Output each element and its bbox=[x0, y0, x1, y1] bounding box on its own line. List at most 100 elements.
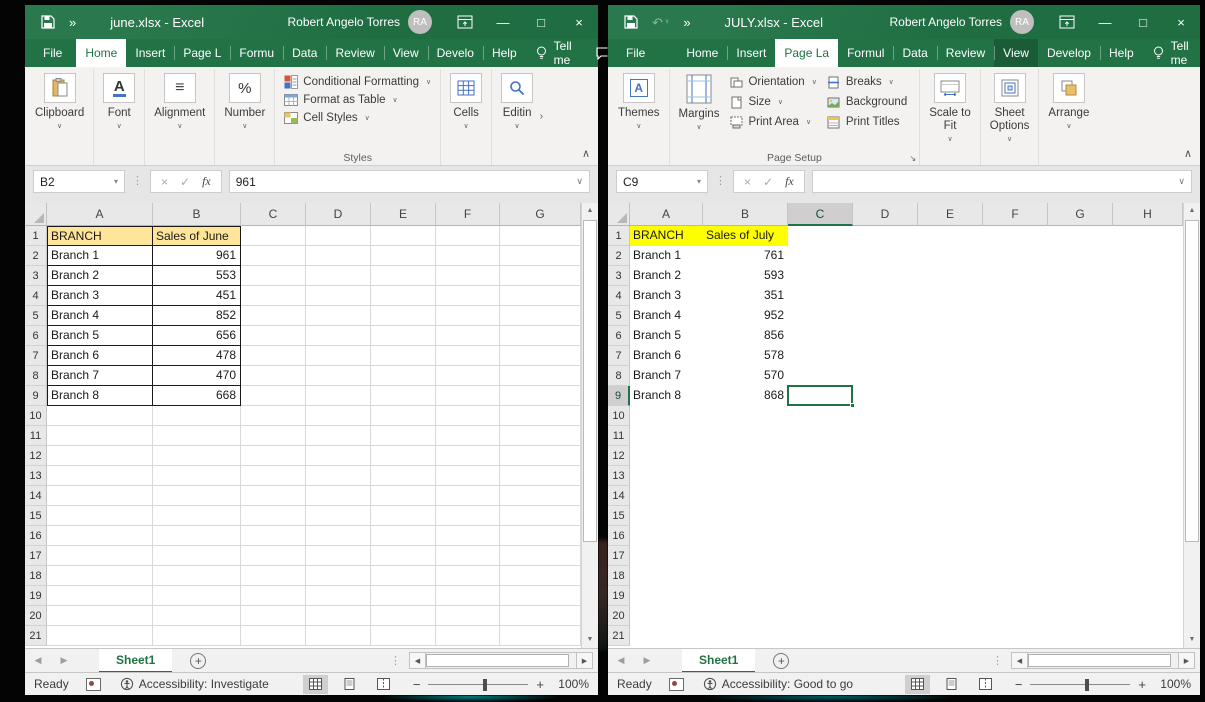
cell[interactable] bbox=[630, 406, 703, 426]
row-header[interactable]: 10 bbox=[25, 406, 47, 426]
cell[interactable] bbox=[306, 586, 371, 606]
cell[interactable] bbox=[703, 546, 788, 566]
cell[interactable]: Branch 7 bbox=[47, 366, 153, 386]
ribbon-group-editing[interactable]: Editin ∨ › bbox=[492, 69, 542, 165]
cell[interactable] bbox=[241, 586, 306, 606]
row-header[interactable]: 7 bbox=[25, 346, 47, 366]
cell[interactable] bbox=[630, 566, 703, 586]
cell[interactable] bbox=[241, 366, 306, 386]
ribbon-group-cells[interactable]: Cells ∨ bbox=[441, 69, 492, 165]
minimize-button[interactable]: — bbox=[484, 5, 522, 39]
row-header[interactable]: 3 bbox=[25, 266, 47, 286]
cell[interactable]: Branch 4 bbox=[630, 306, 703, 326]
cell[interactable] bbox=[853, 426, 918, 446]
column-header[interactable]: B bbox=[703, 203, 788, 226]
row-header[interactable]: 14 bbox=[608, 486, 630, 506]
zoom-slider-thumb[interactable] bbox=[1085, 679, 1089, 691]
cell[interactable] bbox=[1113, 246, 1183, 266]
cell-styles-button[interactable]: Cell Styles ∨ bbox=[284, 111, 369, 125]
cell[interactable] bbox=[436, 386, 500, 406]
cell[interactable] bbox=[47, 546, 153, 566]
cell[interactable] bbox=[918, 406, 983, 426]
cell[interactable] bbox=[371, 326, 436, 346]
cell[interactable] bbox=[500, 526, 581, 546]
cell[interactable]: 570 bbox=[703, 366, 788, 386]
cell[interactable] bbox=[436, 346, 500, 366]
row-header[interactable]: 17 bbox=[25, 546, 47, 566]
zoom-slider[interactable] bbox=[428, 684, 528, 685]
formula-bar-input[interactable]: ∨ bbox=[812, 170, 1192, 193]
cell[interactable] bbox=[47, 506, 153, 526]
cell[interactable] bbox=[371, 586, 436, 606]
cell[interactable] bbox=[1113, 526, 1183, 546]
cell[interactable] bbox=[371, 426, 436, 446]
maximize-button[interactable]: □ bbox=[1124, 5, 1162, 39]
size-button[interactable]: Size ∨ bbox=[729, 95, 816, 109]
user-avatar[interactable]: RA bbox=[1010, 10, 1034, 34]
cell[interactable] bbox=[371, 466, 436, 486]
column-header[interactable]: C bbox=[788, 203, 853, 226]
cell[interactable] bbox=[500, 426, 581, 446]
name-box-dropdown-icon[interactable]: ▾ bbox=[114, 177, 118, 186]
cell[interactable] bbox=[630, 446, 703, 466]
cell[interactable] bbox=[918, 386, 983, 406]
row-header[interactable]: 8 bbox=[25, 366, 47, 386]
zoom-in-icon[interactable]: + bbox=[536, 677, 544, 692]
name-box-dropdown-icon[interactable]: ▾ bbox=[697, 177, 701, 186]
cell[interactable]: Branch 3 bbox=[630, 286, 703, 306]
cell[interactable] bbox=[306, 626, 371, 646]
cell[interactable] bbox=[983, 386, 1048, 406]
cell[interactable] bbox=[306, 386, 371, 406]
cell[interactable] bbox=[153, 446, 241, 466]
row-header[interactable]: 13 bbox=[608, 466, 630, 486]
cancel-icon[interactable]: × bbox=[161, 175, 168, 189]
cell[interactable] bbox=[436, 606, 500, 626]
collapse-ribbon-icon[interactable]: ∧ bbox=[1184, 147, 1192, 160]
macro-record-icon[interactable] bbox=[86, 678, 101, 691]
cell[interactable] bbox=[436, 486, 500, 506]
cell[interactable] bbox=[788, 546, 853, 566]
cell[interactable] bbox=[500, 546, 581, 566]
margins-button[interactable]: Margins ∨ bbox=[679, 74, 720, 131]
expand-formula-bar-icon[interactable]: ∨ bbox=[576, 176, 583, 187]
save-icon[interactable] bbox=[624, 15, 638, 29]
cell[interactable] bbox=[241, 286, 306, 306]
cell[interactable] bbox=[1113, 566, 1183, 586]
close-button[interactable]: × bbox=[560, 5, 598, 39]
zoom-level[interactable]: 100% bbox=[1155, 677, 1191, 691]
zoom-out-icon[interactable]: − bbox=[1015, 677, 1023, 692]
row-header[interactable]: 20 bbox=[608, 606, 630, 626]
close-button[interactable]: × bbox=[1162, 5, 1200, 39]
cell[interactable] bbox=[371, 546, 436, 566]
cell[interactable] bbox=[703, 466, 788, 486]
conditional-formatting-button[interactable]: Conditional Formatting ∨ bbox=[284, 75, 431, 89]
cell[interactable]: Branch 2 bbox=[47, 266, 153, 286]
cell[interactable] bbox=[241, 466, 306, 486]
column-header[interactable]: F bbox=[983, 203, 1048, 226]
vertical-scrollbar-thumb[interactable] bbox=[1185, 220, 1199, 542]
name-box[interactable]: B2 ▾ bbox=[33, 170, 125, 193]
print-area-button[interactable]: Print Area ∨ bbox=[729, 115, 816, 129]
cell[interactable] bbox=[500, 466, 581, 486]
cell[interactable]: Branch 2 bbox=[630, 266, 703, 286]
cell[interactable] bbox=[983, 606, 1048, 626]
cell[interactable] bbox=[306, 546, 371, 566]
cell[interactable] bbox=[436, 266, 500, 286]
minimize-button[interactable]: — bbox=[1086, 5, 1124, 39]
cell[interactable] bbox=[788, 346, 853, 366]
row-header[interactable]: 18 bbox=[25, 566, 47, 586]
cell[interactable] bbox=[47, 486, 153, 506]
cell[interactable] bbox=[853, 346, 918, 366]
cell[interactable] bbox=[788, 566, 853, 586]
cell[interactable] bbox=[500, 266, 581, 286]
row-header[interactable]: 2 bbox=[608, 246, 630, 266]
ribbon-group-sheet-options[interactable]: Sheet Options ∨ bbox=[981, 69, 1040, 165]
cell[interactable] bbox=[306, 406, 371, 426]
scroll-right-icon[interactable]: ▶ bbox=[576, 652, 593, 669]
cell[interactable] bbox=[1113, 386, 1183, 406]
vertical-scrollbar[interactable]: ▲ ▼ bbox=[581, 203, 598, 648]
cell[interactable]: BRANCH bbox=[630, 226, 703, 246]
cell[interactable] bbox=[153, 526, 241, 546]
cell[interactable] bbox=[983, 246, 1048, 266]
cell[interactable] bbox=[1048, 566, 1113, 586]
